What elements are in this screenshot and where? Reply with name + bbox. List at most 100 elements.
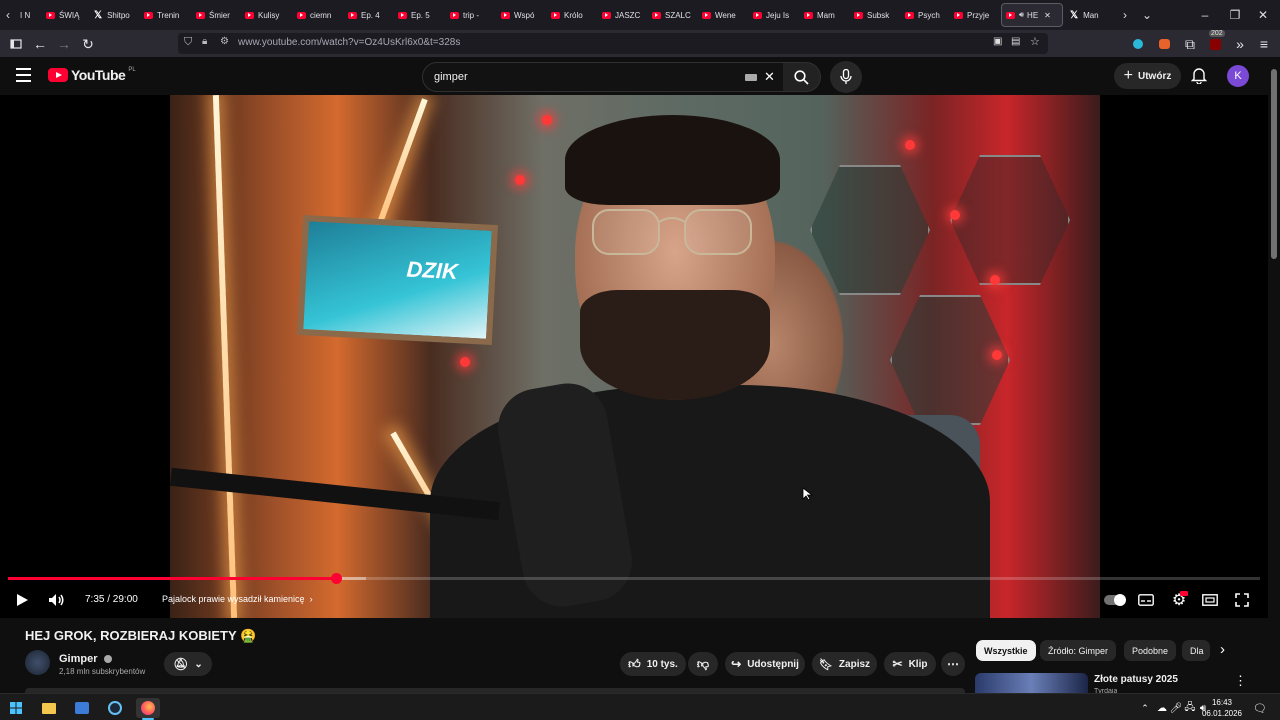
browser-tab[interactable]: 𝕏 Shitpo (90, 0, 140, 30)
volume-button[interactable] (46, 590, 66, 610)
youtube-logo[interactable]: YouTube PL (48, 67, 136, 83)
search-button[interactable] (783, 62, 821, 92)
more-actions-button[interactable]: ⋯ (941, 652, 965, 676)
share-button[interactable]: ↪ Udostępnij (725, 652, 805, 676)
permissions-icon[interactable]: ⚙ (220, 36, 229, 47)
lock-icon[interactable]: 🔒︎ (202, 36, 207, 47)
recommended-video-title[interactable]: Złote patusy 2025 (1094, 674, 1178, 685)
browser-tab[interactable]: Kulisy (241, 0, 291, 30)
browser-tab[interactable]: SZALC (648, 0, 698, 30)
browser-tab[interactable]: Trenin (140, 0, 190, 30)
sidebar-toggle-icon[interactable] (6, 34, 26, 54)
tab-list-chevron-down-icon[interactable]: ⌄ (1136, 0, 1158, 30)
search-query-text[interactable]: gimper (434, 71, 468, 83)
save-button[interactable]: 🔖︎ Zapisz (812, 652, 877, 676)
tab-scroll-right-icon[interactable]: › (1116, 0, 1134, 30)
chip-for-you[interactable]: Dla (1182, 640, 1210, 661)
recommended-more-icon[interactable]: ⋮ (1234, 673, 1247, 689)
browser-tab[interactable]: Królo (547, 0, 597, 30)
close-tab-icon[interactable]: ✕ (1044, 11, 1051, 20)
menu-hamburger-icon[interactable]: ≡ (1254, 34, 1274, 54)
subtitles-icon[interactable] (1137, 590, 1155, 610)
play-button[interactable] (12, 590, 32, 610)
browser-tab[interactable]: Wspó (497, 0, 547, 30)
channel-avatar[interactable] (25, 650, 50, 675)
more-tools-chevron-icon[interactable]: » (1230, 34, 1250, 54)
file-explorer-icon[interactable] (39, 698, 59, 718)
minimize-icon[interactable]: – (1188, 0, 1222, 30)
control-panel-icon[interactable] (72, 698, 92, 718)
close-window-icon[interactable]: ✕ (1246, 0, 1280, 30)
scrollbar-thumb[interactable] (1271, 69, 1277, 259)
chips-chevron-right-icon[interactable]: › (1220, 641, 1225, 658)
vpn-extension-icon[interactable] (1128, 34, 1148, 54)
windows-taskbar: ⌃ ☁ 🎤︎ 🖧 🔊︎ 16:43 06.01.2026 🗨 (0, 693, 1280, 720)
notifications-bell-icon[interactable] (1190, 67, 1208, 89)
chip-all[interactable]: Wszystkie (976, 640, 1036, 661)
browser-tab[interactable]: Mam (800, 0, 850, 30)
firefox-icon[interactable] (136, 698, 160, 718)
picture-in-picture-icon[interactable]: ▣ (993, 36, 1002, 47)
chip-from-channel[interactable]: Źródło: Gimper (1040, 640, 1117, 661)
reload-icon[interactable]: ↻ (78, 34, 98, 54)
guide-menu-icon[interactable] (16, 68, 31, 82)
browser-tab[interactable]: Ep. 5 (394, 0, 444, 30)
fox-extension-icon[interactable] (1154, 34, 1174, 54)
dislike-button[interactable]: 👎︎ (688, 652, 718, 676)
browser-tab[interactable]: Psych (901, 0, 951, 30)
browser-tab-strip: ‹ I N ŚWIĄ 𝕏 Shitpo Trenin Śmier Kulisy ciemn Ep… (0, 0, 1280, 30)
browser-tab[interactable]: Ep. 4 (344, 0, 394, 30)
fullscreen-icon[interactable] (1233, 590, 1251, 610)
ublock-extension-icon[interactable]: 202 (1205, 30, 1225, 54)
address-bar[interactable]: ⛉ 🔒︎ ⚙ www.youtube.com/watch?v=Oz4UsKrl6… (178, 33, 1048, 54)
forward-arrow-icon[interactable]: → (54, 34, 74, 54)
like-button[interactable]: 👍︎ 10 tys. (620, 652, 686, 676)
video-frame[interactable]: DZIK (170, 95, 1100, 618)
recommended-video-thumbnail[interactable] (975, 673, 1088, 693)
clip-button[interactable]: ✂ Klip (884, 652, 936, 676)
theater-mode-icon[interactable] (1201, 590, 1219, 610)
chip-related[interactable]: Podobne (1124, 640, 1177, 661)
progress-bar[interactable] (8, 573, 1260, 584)
shield-icon[interactable]: ⛉ (184, 36, 192, 49)
channel-name[interactable]: Gimper (59, 653, 112, 665)
autoplay-toggle[interactable] (1103, 590, 1126, 610)
browser-tab[interactable]: 🔊︎ HE ✕ (1001, 3, 1063, 27)
search-input[interactable]: gimper ✕ (422, 62, 784, 92)
account-avatar[interactable]: K (1227, 65, 1249, 87)
browser-tab[interactable]: Wene (698, 0, 748, 30)
voice-search-button[interactable] (830, 61, 862, 93)
red-lamp (542, 115, 552, 125)
back-arrow-icon[interactable]: ← (30, 34, 50, 54)
notifications-subscribed-button[interactable]: 🔕︎ ⌄ (164, 652, 212, 676)
windows-start-icon[interactable] (6, 698, 26, 718)
browser-tab[interactable]: Subsk (850, 0, 900, 30)
notification-center-icon[interactable]: 🗨 (1250, 698, 1270, 718)
clear-search-icon[interactable]: ✕ (764, 69, 775, 85)
url-text[interactable]: www.youtube.com/watch?v=Oz4UsKrl6x0&t=32… (238, 37, 460, 48)
settings-gear-icon[interactable]: ⚙ (1169, 590, 1189, 610)
browser-tab[interactable]: trip - (446, 0, 496, 30)
browser-tab[interactable]: ŚWIĄ (42, 0, 92, 30)
tab-audio-playing-icon[interactable]: 🔊︎ (1019, 10, 1024, 20)
video-player[interactable]: DZIK (0, 95, 1268, 618)
create-button[interactable]: + Utwórz (1114, 63, 1181, 89)
x-favicon-icon: 𝕏 (94, 9, 103, 21)
extensions-puzzle-icon[interactable]: ⧉ (1180, 34, 1200, 54)
youtube-favicon-icon (297, 11, 306, 19)
keyboard-icon[interactable] (745, 74, 757, 81)
scrubber-handle[interactable] (331, 573, 343, 584)
browser-tab[interactable]: ciemn (293, 0, 343, 30)
browser-tab[interactable]: Śmier (192, 0, 242, 30)
browser-tab[interactable]: JASZC (598, 0, 648, 30)
steam-icon[interactable] (105, 698, 125, 718)
browser-tab[interactable]: 𝕏 Man (1066, 0, 1114, 30)
browser-tab[interactable]: Jeju Is (749, 0, 799, 30)
browser-tab[interactable]: Przyje (950, 0, 998, 30)
system-clock[interactable]: 16:43 06.01.2026 (1200, 697, 1244, 719)
tab-scroll-left-icon[interactable]: ‹ (0, 0, 16, 30)
chapter-title[interactable]: Pajalock prawie wysadził kamienicę › (162, 594, 313, 604)
reader-view-icon[interactable]: ▤ (1011, 36, 1020, 47)
page-scrollbar[interactable] (1268, 57, 1280, 693)
bookmark-star-icon[interactable]: ☆ (1030, 35, 1040, 48)
